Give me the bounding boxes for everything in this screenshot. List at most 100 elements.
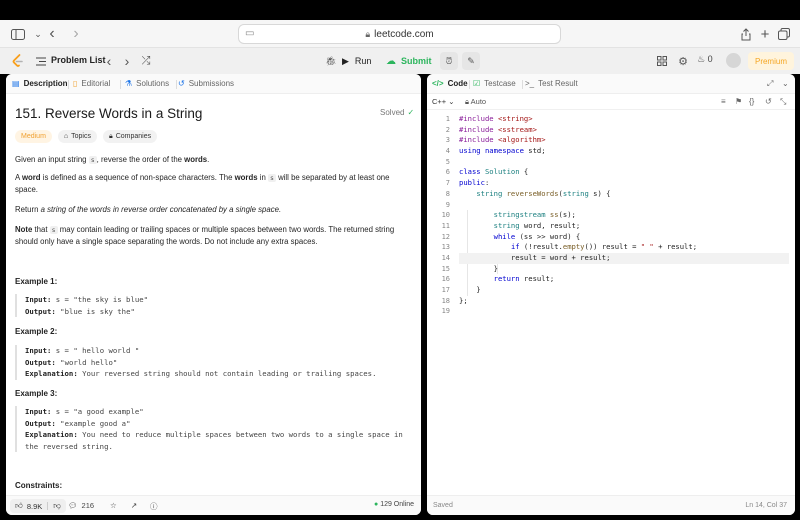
code-line: 18}; (441, 295, 468, 305)
new-tab-icon[interactable]: + (755, 24, 775, 44)
timer-icon[interactable]: ⏰︎ (440, 52, 458, 70)
reader-icon[interactable]: ▭ (245, 28, 254, 39)
description-footer: 👍︎ 8.9K 👎︎ 💬︎ 216 ☆ ↗ ⓘ ● 129 Online (6, 495, 421, 515)
code-brackets-icon: </> (432, 79, 444, 88)
example-3-title: Example 3: (15, 389, 58, 398)
document-icon: ▤ (12, 79, 20, 88)
tab-editorial[interactable]: ▯ Editorial (73, 79, 110, 88)
tab-description[interactable]: ▤ Description (12, 79, 68, 88)
cloud-upload-icon: ☁ (386, 55, 396, 67)
tab-solutions[interactable]: ⚗ Solutions (125, 79, 169, 88)
play-icon: ▶ (342, 55, 349, 66)
help-icon[interactable]: ⓘ (150, 501, 158, 512)
problem-tags: Medium ⌂ Topics 🔒︎ Companies (15, 130, 163, 143)
browser-toolbar: ⌄ ‹ › ▭ 🔒︎ leetcode.com + (0, 20, 800, 48)
code-line: 3 #include <algorithm> (445, 135, 546, 145)
code-line: 17 } (441, 285, 481, 294)
submit-button[interactable]: ☁ Submit (386, 52, 432, 70)
code-line-current: 14 result = word + result; (427, 252, 795, 264)
auto-mode[interactable]: 🔒︎ Auto (465, 97, 486, 107)
tab-testcase[interactable]: ☑ Testcase (473, 79, 516, 88)
topics-chip[interactable]: ⌂ Topics (57, 130, 97, 143)
left-tab-bar: ▤ Description ▯ Editorial ⚗ Solutions ↺ … (6, 74, 421, 94)
premium-button[interactable]: Premium (748, 52, 794, 70)
flask-icon: ⚗ (125, 79, 133, 88)
tabs-overview-icon[interactable] (774, 24, 794, 44)
difficulty-badge: Medium (15, 130, 52, 143)
format-icon[interactable]: ≡ (721, 97, 726, 106)
bookmark-icon[interactable]: ⚑ (735, 97, 742, 106)
code-line: 7 public: (445, 178, 490, 188)
checkbox-icon: ☑ (473, 79, 481, 88)
solved-status: Solved ✓ (380, 108, 415, 117)
lock-icon: 🔒︎ (108, 132, 113, 140)
editor-status-bar: Saved Ln 14, Col 37 (427, 495, 795, 515)
share-icon[interactable] (736, 24, 756, 44)
example-1-title: Example 1: (15, 277, 58, 286)
url-text: leetcode.com (374, 28, 434, 40)
debug-icon[interactable]: 🐞︎ (322, 52, 340, 70)
code-line: 2 #include <sstream> (445, 124, 537, 134)
tab-code[interactable]: </> Code (432, 79, 468, 88)
history-icon: ↺ (178, 79, 185, 88)
layout-grid-icon[interactable] (654, 53, 670, 69)
notes-icon[interactable]: ✎ (462, 52, 480, 70)
example-3-box: Input: s = "a good example" Output: "exa… (15, 406, 405, 452)
example-1-box: Input: s = "the sky is blue" Output: "bl… (15, 294, 405, 317)
reset-icon[interactable]: ↺ (765, 97, 772, 106)
problem-list-icon[interactable] (33, 53, 49, 69)
thumbs-down-icon[interactable]: 👎︎ (53, 501, 61, 511)
url-bar[interactable]: ▭ 🔒︎ leetcode.com (238, 24, 561, 44)
saved-status: Saved (433, 502, 453, 509)
code-editor[interactable]: 1 #include <string> 2 #include <sstream> 3… (427, 114, 795, 317)
forward-icon[interactable]: › (66, 24, 86, 44)
comment-icon: 💬︎ (68, 501, 78, 510)
avatar[interactable] (726, 53, 741, 68)
description-paragraph-1: Given an input string s, reverse the ord… (15, 155, 210, 164)
next-problem-icon[interactable]: › (119, 53, 135, 69)
code-line: 4 using namespace std; (445, 146, 546, 156)
check-circle-icon: ✓ (407, 108, 415, 117)
code-line: 8 string reverseWords(string s) { (445, 188, 611, 198)
braces-icon[interactable]: {} (749, 97, 754, 106)
share-icon[interactable]: ↗ (131, 501, 137, 510)
comments-button[interactable]: 💬︎ 216 (68, 501, 94, 510)
code-line: 5 (445, 157, 450, 166)
tab-test-result[interactable]: >_ Test Result (525, 79, 578, 88)
code-line: 10 stringstream ss(s); (441, 210, 576, 220)
online-dot-icon: ● (374, 501, 379, 508)
leetcode-logo-icon[interactable] (10, 53, 26, 69)
code-line: 11 string word, result; (441, 220, 581, 230)
cursor-position: Ln 14, Col 37 (745, 502, 787, 509)
tab-submissions[interactable]: ↺ Submissions (178, 79, 234, 88)
streak-counter[interactable]: ♨︎ 0 (697, 54, 713, 65)
maximize-icon[interactable]: ⤢ (767, 79, 773, 89)
description-paragraph-4: Note that s may contain leading or trail… (15, 225, 395, 246)
lock-icon: 🔒︎ (365, 28, 371, 39)
like-button[interactable]: 👍︎ 8.9K 👎︎ (10, 499, 66, 513)
online-count: ● 129 Online (374, 501, 415, 508)
description-panel: ▤ Description ▯ Editorial ⚗ Solutions ↺ … (6, 74, 421, 515)
example-2-title: Example 2: (15, 327, 58, 336)
shuffle-icon[interactable]: ⤮ (138, 53, 154, 69)
problem-list-link[interactable]: Problem List (51, 55, 106, 65)
code-line: 6 class Solution { (445, 167, 529, 177)
thumbs-up-icon: 👍︎ (15, 501, 23, 510)
app-header: Problem List ‹ › ⤮ 🐞︎ ▶ Run ☁ Submit ⏰︎ … (0, 48, 800, 74)
top-bar (0, 0, 800, 20)
lock-icon: 🔒︎ (465, 97, 469, 106)
code-line: 13 if (!result.empty()) result = " " + r… (441, 242, 698, 252)
companies-chip[interactable]: 🔒︎ Companies (102, 130, 158, 143)
favorite-star-icon[interactable]: ☆ (110, 501, 117, 510)
description-paragraph-2: A word is defined as a sequence of non-s… (15, 173, 390, 194)
run-button[interactable]: ▶ Run (342, 52, 371, 70)
constraints-title: Constraints: (15, 481, 63, 490)
back-icon[interactable]: ‹ (42, 24, 62, 44)
fullscreen-icon[interactable]: ⤡ (780, 97, 786, 107)
settings-gear-icon[interactable]: ⚙ (675, 53, 691, 69)
language-select[interactable]: C++ ⌄ (432, 97, 455, 106)
prev-problem-icon[interactable]: ‹ (101, 53, 117, 69)
code-line: 9 (445, 200, 450, 209)
sidebar-toggle-icon[interactable] (8, 24, 28, 44)
chevron-down-icon[interactable]: ⌄ (782, 79, 789, 88)
